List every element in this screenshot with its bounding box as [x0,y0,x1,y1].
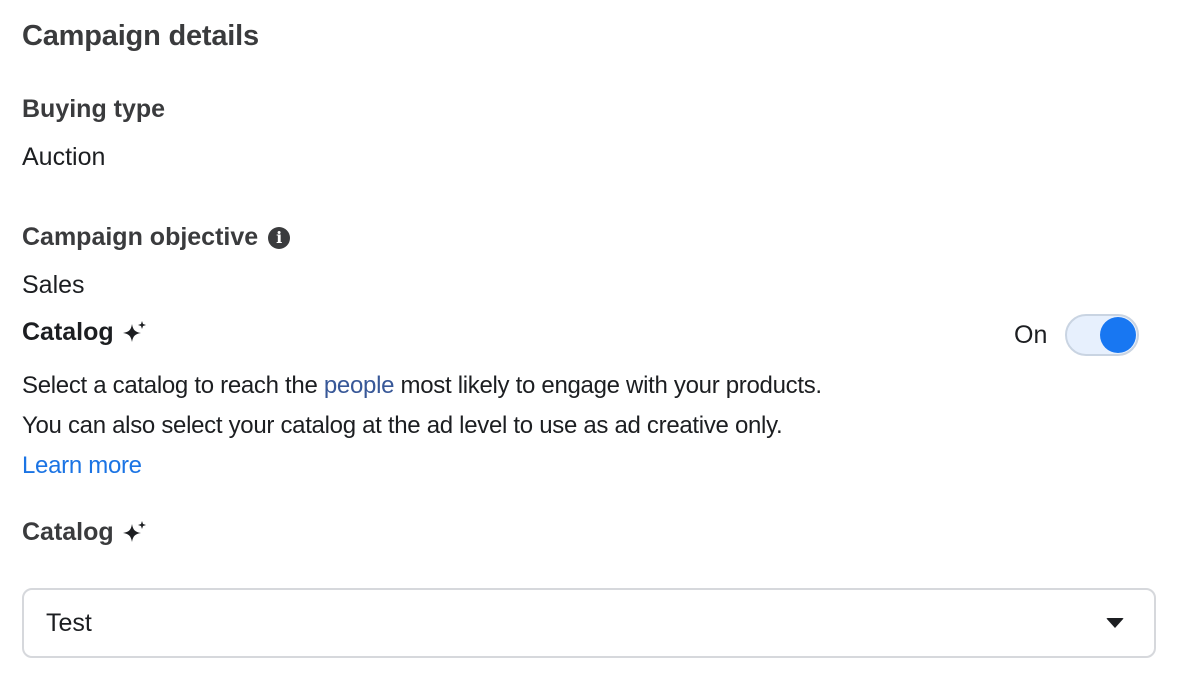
catalog-description: Select a catalog to reach the people mos… [22,366,822,486]
description-text-1: Select a catalog to reach the [22,372,324,399]
description-line-2: You can also select your catalog at the … [22,412,783,439]
learn-more-link[interactable]: Learn more [22,452,142,479]
catalog-select-label-text: Catalog [22,518,114,546]
toggle-knob [1100,317,1137,353]
catalog-toggle-group: On [1014,314,1140,356]
description-line-1: Select a catalog to reach the people mos… [22,366,822,406]
description-text-2: most likely to engage with your products… [394,372,823,399]
info-icon[interactable]: i [268,226,291,249]
campaign-objective-label: Campaign objective i [22,223,291,252]
buying-type-label-text: Buying type [22,95,166,123]
campaign-objective-value: Sales [22,271,85,299]
buying-type-label: Buying type [22,95,165,124]
sparkle-icon [122,520,146,542]
caret-down-icon [1106,618,1124,628]
catalog-select-value: Test [46,608,92,637]
catalog-toggle-label-text: Catalog [22,318,114,346]
toggle-state-label: On [1014,320,1048,349]
campaign-objective-label-text: Campaign objective [22,223,259,251]
catalog-select-label: Catalog [22,518,148,547]
catalog-select[interactable]: Test [22,588,1156,658]
buying-type-value: Auction [22,143,106,171]
people-link[interactable]: people [324,372,395,399]
sparkle-icon [122,320,146,342]
catalog-toggle-switch[interactable] [1065,314,1140,356]
section-title: Campaign details [22,20,259,52]
catalog-toggle-label: Catalog [22,318,148,347]
